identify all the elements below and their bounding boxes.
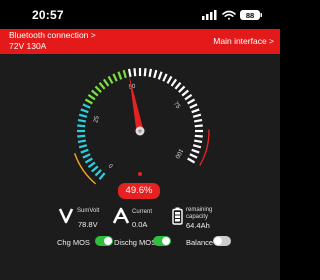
gauge-scale-label: 25 <box>93 115 101 124</box>
gauge-tick <box>133 68 137 77</box>
balance-label: Balance <box>186 238 214 247</box>
gauge-tick <box>77 134 86 138</box>
gauge-scale-label: 75 <box>172 101 181 110</box>
remaining-capacity-label-line1: remaining <box>186 207 213 213</box>
gauge-tick <box>187 157 196 164</box>
gauge-tick <box>78 144 88 149</box>
chg-mos-label: Chg MOS <box>57 238 90 247</box>
voltage-current-summary: 72V 130A <box>9 41 47 51</box>
status-bar: 20:57 88 <box>0 0 280 28</box>
gauge-tick <box>191 108 200 114</box>
gauge-tick <box>184 93 193 101</box>
current-value: 0.0A <box>132 220 148 229</box>
toggle-knob <box>214 237 222 245</box>
sumvolt-value: 78.8V <box>78 220 98 229</box>
balance-toggle[interactable] <box>213 236 231 246</box>
gauge-tick <box>178 85 186 93</box>
gauge-tick <box>174 82 182 90</box>
gauge-tick <box>193 118 203 123</box>
current-label: Current <box>132 209 153 215</box>
ampere-icon <box>112 207 130 224</box>
dischg-mos-toggle[interactable] <box>153 236 171 246</box>
gauge-tick <box>157 71 163 80</box>
gauge-tick <box>192 144 202 149</box>
gauge-tick <box>84 98 93 105</box>
gauge-tick <box>194 134 203 138</box>
bluetooth-connection-link[interactable]: Bluetooth connection > 72V 130A <box>9 30 96 52</box>
capacity-battery-icon <box>172 207 183 225</box>
gauge-tick <box>192 113 202 118</box>
top-banner: Bluetooth connection > 72V 130A Main int… <box>0 29 280 54</box>
gauge-outer-arc-high <box>199 129 210 166</box>
gauge-tick <box>80 148 89 154</box>
gauge-tick <box>102 78 110 87</box>
gauge-tick <box>91 165 99 173</box>
gauge-tick <box>94 169 102 177</box>
gauge-tick <box>82 153 91 159</box>
bluetooth-connection-label: Bluetooth connection > <box>9 30 96 40</box>
gauge-tick <box>166 75 173 84</box>
gauge-tick <box>112 73 118 82</box>
gauge-tick <box>189 103 198 109</box>
gauge-tick <box>82 103 91 109</box>
remaining-capacity-value: 64.4Ah <box>186 221 210 230</box>
gauge-tick <box>162 73 168 82</box>
gauge-tick <box>87 93 96 101</box>
gauge-tick <box>78 113 88 118</box>
gauge-tick <box>91 89 99 97</box>
gauge-tick <box>98 82 106 90</box>
remaining-capacity-label: remaining capacity <box>186 207 212 220</box>
status-icons: 88 <box>202 10 262 20</box>
remaining-capacity-label-line2: capacity <box>186 213 209 220</box>
gauge-tick <box>181 89 189 97</box>
gauge-tick <box>170 78 178 87</box>
gauge-tick <box>87 161 96 169</box>
main-interface-link[interactable]: Main interface > <box>213 36 274 46</box>
gauge-tick <box>143 68 147 77</box>
gauge-tick <box>193 139 203 144</box>
gauge-needle <box>128 74 144 176</box>
gauge-center-marker <box>138 172 142 176</box>
gauge-tick <box>84 157 93 164</box>
toggle-knob <box>104 237 112 245</box>
signal-icon <box>202 10 217 20</box>
gauge-tick <box>122 69 127 79</box>
gauge-scale-label: 0 <box>108 161 115 168</box>
gauge-outer-arc-low <box>74 153 97 185</box>
gauge-tick <box>117 71 123 80</box>
gauge-tick <box>77 139 87 144</box>
gauge-tick <box>187 98 196 105</box>
volt-icon <box>58 208 74 224</box>
battery-level-text: 88 <box>246 11 254 20</box>
gauge-tick <box>80 108 89 114</box>
gauge-tick <box>98 172 106 180</box>
gauge-tick <box>77 124 86 128</box>
gauge-tick <box>194 124 203 128</box>
clock: 20:57 <box>32 8 64 22</box>
wifi-icon <box>222 10 236 20</box>
battery-icon: 88 <box>240 10 262 20</box>
gauge-tick <box>107 75 114 84</box>
gauge-scale-label: 100 <box>173 147 184 159</box>
soc-percent-badge: 49.6% <box>118 183 160 199</box>
gauge-tick <box>153 69 158 79</box>
chg-mos-toggle[interactable] <box>95 236 113 246</box>
dischg-mos-label: Dischg MOS <box>114 238 157 247</box>
gauge-tick <box>191 148 200 154</box>
gauge-tick <box>148 68 153 78</box>
soc-gauge: 0255075100 <box>74 68 210 185</box>
gauge-tick <box>77 118 87 123</box>
toggle-knob <box>162 237 170 245</box>
gauge-needle-pointer <box>128 74 144 132</box>
sumvolt-label: SumVolt <box>77 208 100 214</box>
gauge-tick <box>189 153 198 159</box>
gauge-tick <box>94 85 102 93</box>
